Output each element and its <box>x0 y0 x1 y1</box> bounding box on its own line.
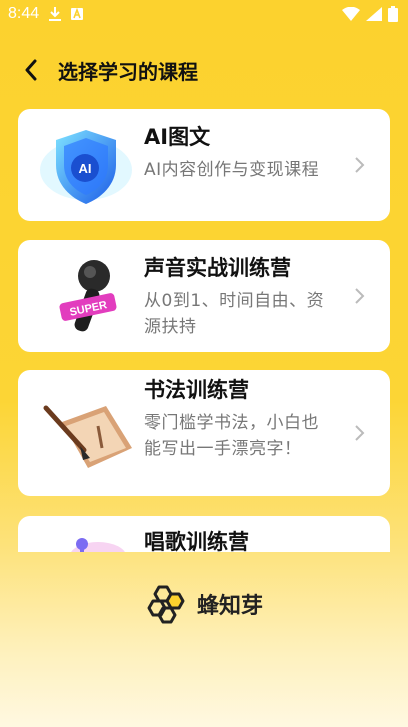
header: 选择学习的课程 <box>0 50 408 90</box>
battery-icon <box>388 6 398 22</box>
brand: 蜂知芽 <box>0 584 408 624</box>
microphone-icon: SUPER <box>36 252 136 342</box>
course-description: AI内容创作与变现课程 <box>144 160 320 180</box>
course-title: 书法训练营 <box>144 378 249 402</box>
singing-icon <box>36 530 136 552</box>
chevron-right-icon <box>355 288 365 304</box>
brand-name: 蜂知芽 <box>196 594 263 619</box>
course-card-ai[interactable]: AI AI图文 AI内容创作与变现课程 <box>18 109 390 221</box>
back-button[interactable] <box>16 55 46 85</box>
honeycomb-logo-icon <box>147 585 185 624</box>
course-list[interactable]: AI AI图文 AI内容创作与变现课程 SUPER 声音实战训练营 从0到1、时… <box>18 109 390 552</box>
course-title: 唱歌训练营 <box>144 530 249 552</box>
course-card-singing[interactable]: 唱歌训练营 <box>18 516 390 552</box>
status-time: 8:44 <box>8 5 40 22</box>
status-bar-left: 8:44 <box>8 5 84 23</box>
status-bar: 8:44 <box>0 0 408 28</box>
course-description: 零门槛学书法，小白也能写出一手漂亮字！ <box>144 413 319 459</box>
svg-text:AI: AI <box>79 161 92 176</box>
wifi-icon <box>342 7 360 21</box>
download-icon <box>49 7 62 21</box>
course-card-voice[interactable]: SUPER 声音实战训练营 从0到1、时间自由、资源扶持 <box>18 240 390 352</box>
course-card-calligraphy[interactable]: 书法训练营 零门槛学书法，小白也能写出一手漂亮字！ <box>18 370 390 496</box>
chevron-right-icon <box>355 425 365 441</box>
course-title: 声音实战训练营 <box>144 256 291 280</box>
course-description: 从0到1、时间自由、资源扶持 <box>144 291 325 337</box>
page-title: 选择学习的课程 <box>58 59 198 84</box>
chevron-right-icon <box>355 157 365 173</box>
status-bar-right <box>342 6 398 22</box>
course-title: AI图文 <box>144 125 211 149</box>
notification-a-icon <box>71 8 84 20</box>
chevron-left-icon <box>25 59 37 81</box>
ai-shield-icon: AI <box>36 120 136 210</box>
calligraphy-brush-icon <box>36 388 136 478</box>
signal-icon <box>366 7 382 21</box>
